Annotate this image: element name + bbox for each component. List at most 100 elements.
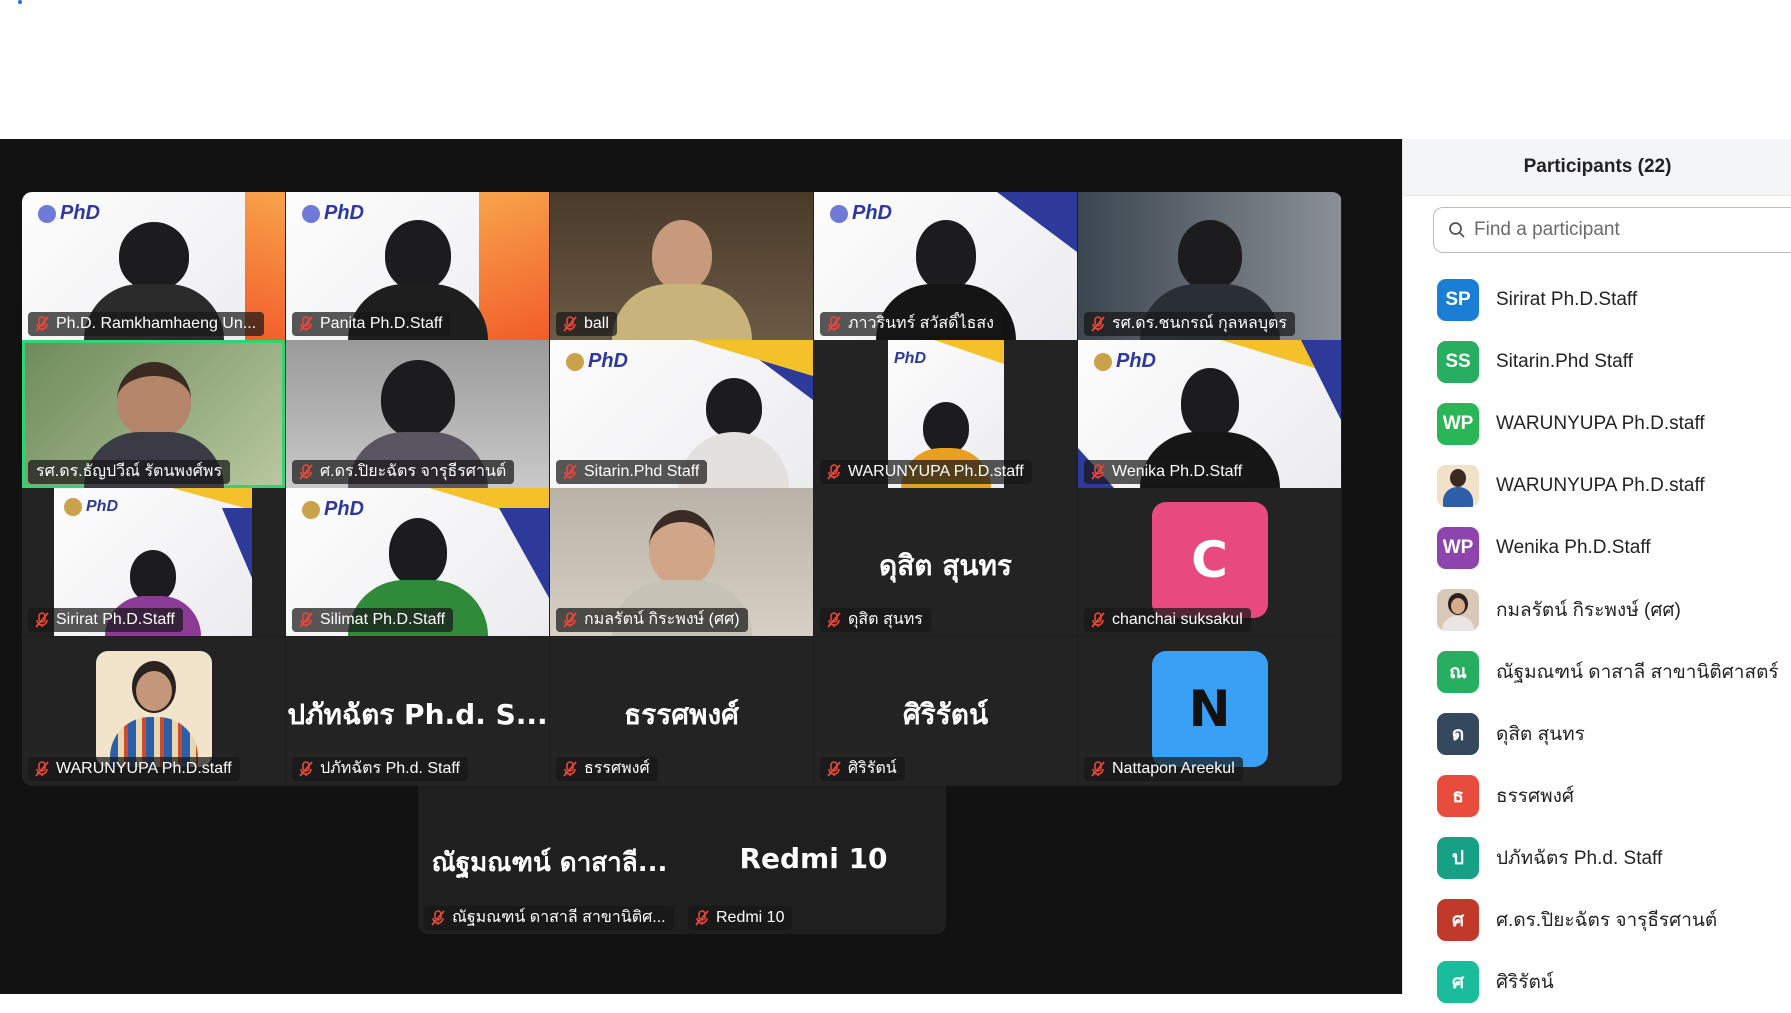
participant-avatar: C: [1151, 502, 1268, 618]
participant-row[interactable]: WP Wenika Ph.D.Staff: [1403, 517, 1791, 579]
participant-avatar: ศ: [1437, 899, 1479, 941]
participant-display-name: ณัฐมณฑน์ ดาสาลี...: [431, 848, 668, 878]
participant-name: ดุสิต สุนทร: [820, 608, 931, 632]
participant-name: ball: [556, 312, 617, 336]
video-tile[interactable]: ศิริรัตน์ ศิริรัตน์: [814, 637, 1077, 785]
participant-avatar: ธ: [1437, 775, 1479, 817]
participant-name: ภาวรินทร์ สวัสดิ์ไธสง: [820, 312, 1002, 336]
participant-row-name: ศิริรัตน์: [1496, 972, 1554, 993]
mic-muted-icon: [827, 761, 841, 777]
panel-title: Participants (22): [1403, 139, 1791, 196]
participant-name: chanchai suksakul: [1084, 608, 1251, 632]
participants-panel: Participants (22) Find a participant SP S…: [1402, 139, 1791, 1003]
video-stage: PhD Ph.D. Ramkhamhaeng Un... PhD Panita …: [0, 139, 1402, 994]
mic-muted-icon: [827, 316, 841, 332]
participant-display-name: Redmi 10: [739, 842, 888, 875]
video-tile[interactable]: รศ.ดร.ชนกรณ์ กุลหลบุตร: [1078, 192, 1341, 340]
participant-name: รศ.ดร.ชนกรณ์ กุลหลบุตร: [1084, 312, 1295, 336]
participant-name: ศ.ดร.ปิยะฉัตร จารุธีรศานต์: [292, 460, 515, 484]
participant-row-name: ธรรศพงศ์: [1496, 786, 1574, 807]
mic-muted-icon: [1091, 464, 1105, 480]
participant-row[interactable]: WP WARUNYUPA Ph.D.staff: [1403, 393, 1791, 455]
mic-muted-icon: [299, 316, 313, 332]
mic-muted-icon: [563, 612, 577, 628]
video-tile-active-speaker[interactable]: รศ.ดร.ธัญปวีณ์ รัตนพงศ์พร: [22, 340, 285, 488]
participant-search-input[interactable]: Find a participant: [1433, 207, 1791, 253]
mic-muted-icon: [563, 761, 577, 777]
video-tile[interactable]: C chanchai suksakul: [1078, 488, 1341, 636]
participant-avatar: N: [1151, 651, 1268, 767]
participant-display-name: ปภัทฉัตร Ph.d. S...: [287, 698, 548, 731]
participant-name: WARUNYUPA Ph.D.staff: [28, 757, 240, 781]
video-tile[interactable]: ธรรศพงศ์ ธรรศพงศ์: [550, 637, 813, 785]
video-tile[interactable]: ball: [550, 192, 813, 340]
video-tile[interactable]: ปภัทฉัตร Ph.d. S... ปภัทฉัตร Ph.d. Staff: [286, 637, 549, 785]
participant-row[interactable]: ณ ณัฐมณฑน์ ดาสาลี สาขานิติศาสตร์: [1403, 641, 1791, 703]
participant-row[interactable]: SS Sitarin.Phd Staff: [1403, 331, 1791, 393]
participant-name: WARUNYUPA Ph.D.staff: [820, 460, 1032, 484]
participant-name: ธรรศพงศ์: [556, 757, 658, 781]
phd-logo: PhD: [64, 498, 118, 516]
participant-row[interactable]: WARUNYUPA Ph.D.staff: [1403, 455, 1791, 517]
participant-avatar: ด: [1437, 713, 1479, 755]
mic-muted-icon: [1091, 612, 1105, 628]
participant-row[interactable]: ป ปภัทฉัตร Ph.d. Staff: [1403, 827, 1791, 889]
mic-muted-icon: [431, 910, 445, 926]
phd-logo: PhD: [894, 350, 926, 367]
mic-muted-icon: [299, 761, 313, 777]
video-tile[interactable]: Redmi 10 Redmi 10: [682, 786, 945, 934]
participant-name: Ph.D. Ramkhamhaeng Un...: [28, 312, 265, 336]
video-tile[interactable]: PhD Silimat Ph.D.Staff: [286, 488, 549, 636]
search-placeholder: Find a participant: [1474, 219, 1620, 240]
mic-muted-icon: [827, 612, 841, 628]
mic-muted-icon: [35, 316, 49, 332]
participant-avatar: ป: [1437, 837, 1479, 879]
gallery-grid-overflow-row: ณัฐมณฑน์ ดาสาลี... ณัฐมณฑน์ ดาสาลี สาขาน…: [418, 786, 946, 934]
participant-avatar: SP: [1437, 279, 1479, 321]
participant-row[interactable]: ด ดุสิต สุนทร: [1403, 703, 1791, 765]
participant-row[interactable]: กมลรัตน์ กิระพงษ์ (ศศ): [1403, 579, 1791, 641]
mic-muted-icon: [827, 464, 841, 480]
video-tile[interactable]: ศ.ดร.ปิยะฉัตร จารุธีรศานต์: [286, 340, 549, 488]
video-tile[interactable]: กมลรัตน์ กิระพงษ์ (ศศ): [550, 488, 813, 636]
participant-row-name: ณัฐมณฑน์ ดาสาลี สาขานิติศาสตร์: [1496, 662, 1779, 683]
participant-avatar: WP: [1437, 403, 1479, 445]
participant-display-name: ธรรศพงศ์: [624, 698, 739, 731]
video-tile[interactable]: PhD WARUNYUPA Ph.D.staff: [814, 340, 1077, 488]
participant-display-name: ดุสิต สุนทร: [879, 549, 1012, 582]
participant-row[interactable]: ศ ศ.ดร.ปิยะฉัตร จารุธีรศานต์: [1403, 889, 1791, 951]
mic-muted-icon: [563, 316, 577, 332]
participant-avatar: WP: [1437, 527, 1479, 569]
video-tile[interactable]: PhD Wenika Ph.D.Staff: [1078, 340, 1341, 488]
participant-row[interactable]: SP Sirirat Ph.D.Staff: [1403, 269, 1791, 331]
participant-photo-avatar: [1437, 465, 1479, 507]
mic-muted-icon: [35, 761, 49, 777]
participant-row[interactable]: ศ ศิริรัตน์: [1403, 951, 1791, 1013]
participant-name: ศิริรัตน์: [820, 757, 905, 781]
indicator-dot: [18, 0, 22, 4]
participant-name: Sirirat Ph.D.Staff: [28, 608, 183, 632]
participant-row[interactable]: ธ ธรรศพงศ์: [1403, 765, 1791, 827]
video-tile[interactable]: ณัฐมณฑน์ ดาสาลี... ณัฐมณฑน์ ดาสาลี สาขาน…: [418, 786, 681, 934]
participant-name: กมลรัตน์ กิระพงษ์ (ศศ): [556, 608, 748, 632]
participant-name: Panita Ph.D.Staff: [292, 312, 451, 336]
mic-muted-icon: [299, 612, 313, 628]
participant-row-name: ปภัทฉัตร Ph.d. Staff: [1496, 848, 1663, 869]
participant-name: Wenika Ph.D.Staff: [1084, 460, 1251, 484]
participant-row-name: Sirirat Ph.D.Staff: [1496, 289, 1638, 310]
participant-display-name: ศิริรัตน์: [902, 698, 989, 731]
participant-row-name: ศ.ดร.ปิยะฉัตร จารุธีรศานต์: [1496, 910, 1718, 931]
participant-name: Sitarin.Phd Staff: [556, 460, 708, 484]
video-tile[interactable]: PhD Sirirat Ph.D.Staff: [22, 488, 285, 636]
video-tile[interactable]: PhD Ph.D. Ramkhamhaeng Un...: [22, 192, 285, 340]
mic-muted-icon: [1091, 316, 1105, 332]
video-tile[interactable]: PhD Panita Ph.D.Staff: [286, 192, 549, 340]
search-icon: [1449, 222, 1465, 238]
participant-row-name: WARUNYUPA Ph.D.staff: [1496, 475, 1705, 496]
video-tile[interactable]: N Nattapon Areekul: [1078, 637, 1341, 785]
video-tile[interactable]: WARUNYUPA Ph.D.staff: [22, 637, 285, 785]
participant-name: Silimat Ph.D.Staff: [292, 608, 454, 632]
video-tile[interactable]: PhD Sitarin.Phd Staff: [550, 340, 813, 488]
video-tile[interactable]: PhD ภาวรินทร์ สวัสดิ์ไธสง: [814, 192, 1077, 340]
video-tile[interactable]: ดุสิต สุนทร ดุสิต สุนทร: [814, 488, 1077, 636]
